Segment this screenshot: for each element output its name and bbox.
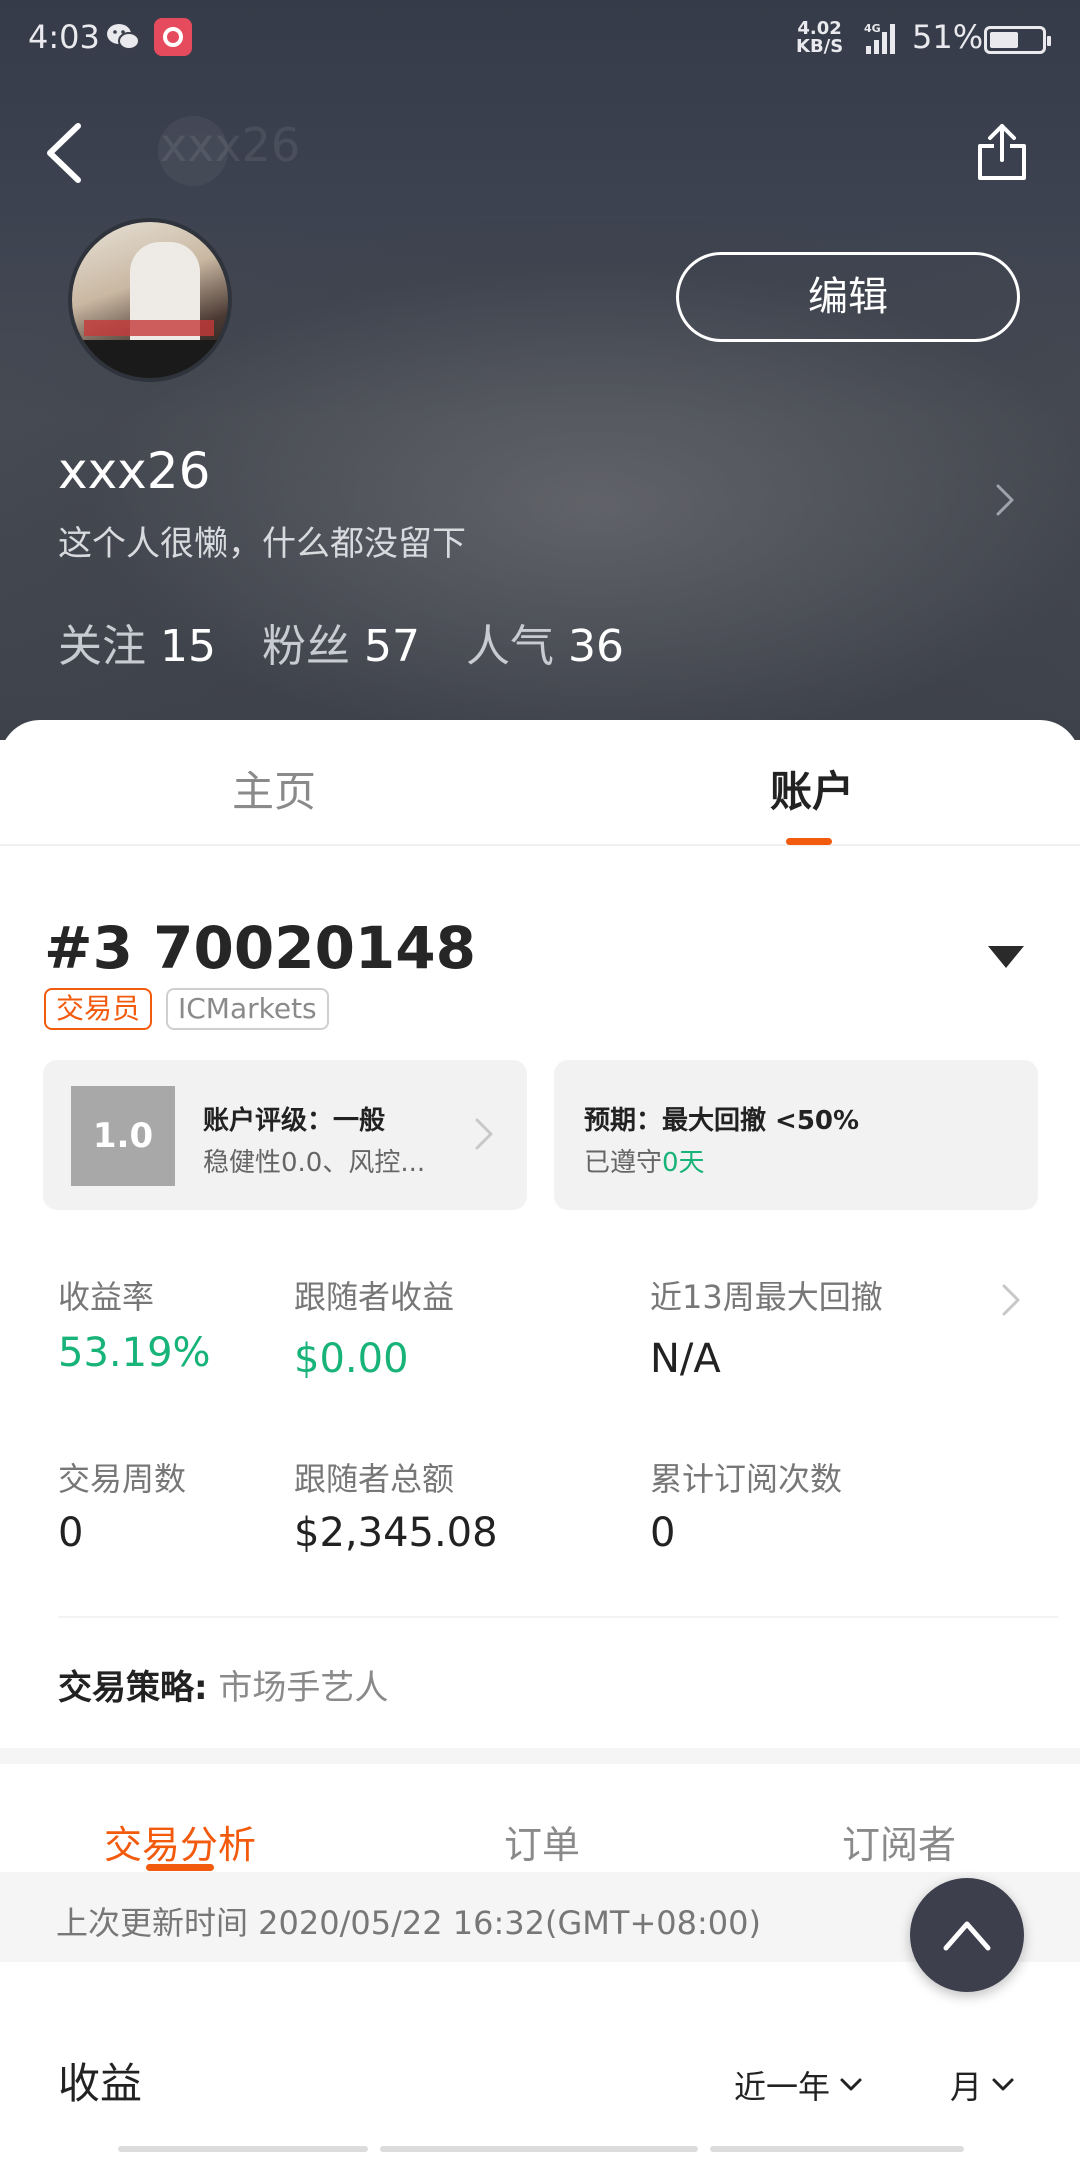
metric-label-subscriptions: 累计订阅次数 bbox=[650, 1460, 843, 1498]
expectation-title: 预期：最大回撤 <50% bbox=[584, 1106, 860, 1136]
metric-label-return: 收益率 bbox=[58, 1278, 155, 1316]
profile-stats: 关注 15 粉丝 57 人气 36 bbox=[58, 610, 624, 674]
profile-detail-chevron-icon[interactable] bbox=[990, 480, 1020, 520]
unit-selector[interactable]: 月 bbox=[950, 2062, 1016, 2108]
rating-subtitle: 稳健性0.0、风控... bbox=[203, 1148, 426, 1178]
edit-button[interactable]: 编辑 bbox=[676, 252, 1020, 342]
bio: 这个人很懒，什么都没留下 bbox=[58, 524, 466, 564]
rating-score: 1.0 bbox=[71, 1086, 175, 1186]
broker-tag: ICMarkets bbox=[166, 988, 329, 1030]
strategy-label: 交易策略: bbox=[58, 1668, 208, 1708]
avatar[interactable] bbox=[68, 218, 232, 382]
income-section-title: 收益 bbox=[58, 2059, 143, 2108]
status-time: 4:03 bbox=[28, 18, 100, 56]
share-icon bbox=[978, 124, 1026, 180]
username: xxx26 bbox=[58, 442, 211, 500]
metric-value-max-drawdown: N/A bbox=[650, 1336, 721, 1382]
tab-home[interactable]: 主页 bbox=[232, 758, 316, 819]
metric-value-return: 53.19% bbox=[58, 1330, 211, 1376]
expectation-subtitle: 已遵守0天 bbox=[584, 1148, 705, 1178]
loading-placeholder bbox=[380, 2146, 698, 2152]
battery-icon bbox=[984, 26, 1051, 54]
profile-header: 4:03 4.02 KB/S 4G 51% xxx26 编辑 xxx26 这个人… bbox=[0, 0, 1080, 740]
nav-title: xxx26 bbox=[160, 118, 301, 172]
account-id: #3 70020148 bbox=[44, 914, 476, 982]
wechat-icon bbox=[104, 18, 142, 56]
analysis-tab-indicator bbox=[146, 1864, 214, 1871]
metrics-chevron-right-icon[interactable] bbox=[998, 1278, 1024, 1322]
tab-active-indicator bbox=[786, 838, 832, 845]
rating-title: 账户评级：一般 bbox=[203, 1106, 386, 1136]
metric-label-follower-profit: 跟随者收益 bbox=[294, 1278, 455, 1316]
loading-placeholder bbox=[710, 2146, 964, 2152]
metric-label-follower-total: 跟随者总额 bbox=[294, 1460, 455, 1498]
back-button[interactable] bbox=[36, 118, 96, 188]
metric-value-subscriptions: 0 bbox=[650, 1510, 676, 1556]
metric-label-trading-weeks: 交易周数 bbox=[58, 1460, 187, 1498]
scroll-to-top-button[interactable] bbox=[910, 1878, 1024, 1992]
stat-popularity: 人气 36 bbox=[466, 621, 624, 672]
section-divider bbox=[0, 1748, 1080, 1764]
svg-text:4G: 4G bbox=[864, 22, 881, 35]
trading-strategy: 交易策略: 市场手艺人 bbox=[58, 1660, 388, 1709]
loading-placeholder bbox=[118, 2146, 368, 2152]
role-tag: 交易员 bbox=[44, 988, 153, 1030]
chevron-up-icon bbox=[943, 1921, 991, 1951]
status-bar: 4:03 4.02 KB/S 4G 51% bbox=[0, 0, 1080, 80]
tab-account[interactable]: 账户 bbox=[770, 758, 854, 819]
chevron-down-icon bbox=[992, 2078, 1014, 2091]
stat-following[interactable]: 关注 15 bbox=[58, 610, 216, 674]
profile-tabs: 主页 账户 bbox=[0, 720, 1080, 846]
period-selector[interactable]: 近一年 bbox=[734, 2062, 864, 2108]
account-card: 主页 账户 #3 70020148 交易员 ICMarkets 1.0 账户评级… bbox=[0, 720, 1080, 2160]
tab-trade-analysis[interactable]: 交易分析 bbox=[104, 1814, 256, 1869]
chevron-down-icon bbox=[840, 2078, 862, 2091]
navigation-bar: xxx26 bbox=[0, 80, 1080, 220]
chevron-right-icon bbox=[471, 1112, 497, 1156]
expectation-card: 预期：最大回撤 <50% 已遵守0天 bbox=[554, 1060, 1038, 1210]
account-dropdown-icon[interactable] bbox=[988, 946, 1024, 968]
metric-value-follower-profit: $0.00 bbox=[294, 1336, 409, 1382]
metric-label-max-drawdown: 近13周最大回撤 bbox=[650, 1278, 883, 1316]
metric-value-follower-total: $2,345.08 bbox=[294, 1510, 498, 1556]
account-rating-card[interactable]: 1.0 账户评级：一般 稳健性0.0、风控... bbox=[43, 1060, 527, 1210]
metric-value-trading-weeks: 0 bbox=[58, 1510, 84, 1556]
signal-icon: 4G bbox=[864, 20, 900, 56]
network-speed: 4.02 KB/S bbox=[796, 18, 844, 57]
battery-percent: 51% bbox=[912, 18, 984, 56]
strategy-value: 市场手艺人 bbox=[218, 1668, 389, 1708]
notification-app-icon bbox=[154, 18, 192, 56]
share-button[interactable] bbox=[972, 116, 1032, 186]
tab-subscribers[interactable]: 订阅者 bbox=[842, 1814, 956, 1869]
tab-orders[interactable]: 订单 bbox=[504, 1814, 580, 1869]
divider bbox=[58, 1616, 1058, 1618]
last-updated-text: 上次更新时间 2020/05/22 16:32(GMT+08:00) bbox=[56, 1904, 761, 1942]
chevron-left-icon bbox=[47, 123, 81, 183]
stat-followers[interactable]: 粉丝 57 bbox=[262, 610, 420, 674]
